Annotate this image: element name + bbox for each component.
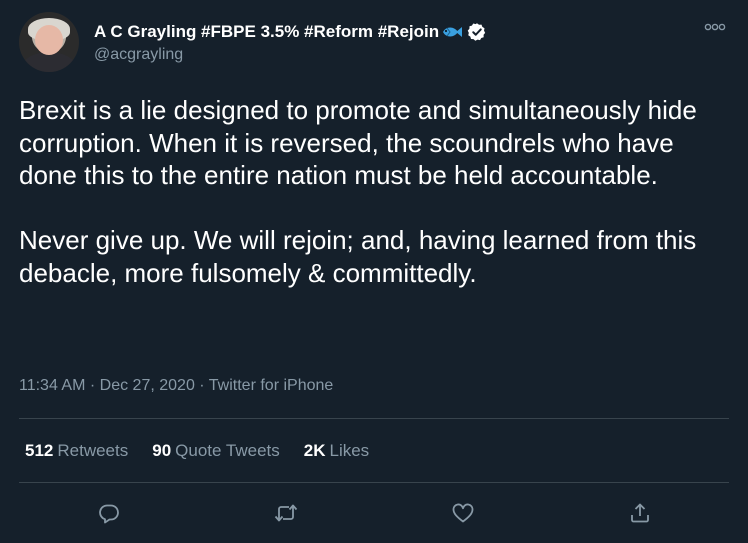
reply-icon[interactable] [94, 498, 124, 528]
divider [19, 418, 729, 419]
retweets-stat[interactable]: 512 Retweets [25, 441, 128, 461]
quote-tweets-label: Quote Tweets [175, 441, 280, 460]
meta-separator: · [89, 377, 96, 394]
author-name[interactable]: A C Grayling #FBPE 3.5% #Reform #Rejoin [94, 22, 439, 42]
quote-tweets-stat[interactable]: 90 Quote Tweets [152, 441, 280, 461]
retweets-count: 512 [25, 441, 54, 460]
likes-count: 2K [303, 441, 326, 460]
tweet-card: A C Grayling #FBPE 3.5% #Reform #Rejoin … [0, 0, 748, 543]
author-handle[interactable]: @acgrayling [94, 46, 183, 64]
likes-label: Likes [329, 441, 370, 460]
tweet-date[interactable]: Dec 27, 2020 [100, 377, 195, 394]
tweet-time[interactable]: 11:34 AM [19, 377, 85, 394]
verified-badge-icon [467, 22, 487, 42]
more-options-icon[interactable] [702, 18, 728, 36]
retweets-label: Retweets [57, 441, 129, 460]
tweet-paragraph: Never give up. We will rejoin; and, havi… [19, 225, 697, 288]
tweet-paragraph: Brexit is a lie designed to promote and … [19, 95, 697, 190]
author-name-row[interactable]: A C Grayling #FBPE 3.5% #Reform #Rejoin [94, 20, 487, 44]
retweet-icon[interactable] [271, 498, 301, 528]
like-icon[interactable] [448, 498, 478, 528]
quote-tweets-count: 90 [152, 441, 172, 460]
fish-emoji-icon [440, 23, 463, 41]
tweet-text: Brexit is a lie designed to promote and … [19, 94, 729, 289]
action-bar [0, 498, 748, 528]
tweet-stats: 512 Retweets 90 Quote Tweets 2K Likes [25, 441, 393, 461]
meta-separator: · [199, 377, 205, 394]
divider [19, 482, 729, 483]
tweet-source[interactable]: Twitter for iPhone [209, 377, 334, 394]
tweet-meta: 11:34 AM · Dec 27, 2020 · Twitter for iP… [19, 377, 333, 395]
share-icon[interactable] [625, 498, 655, 528]
avatar[interactable] [19, 12, 79, 72]
likes-stat[interactable]: 2K Likes [304, 441, 369, 461]
